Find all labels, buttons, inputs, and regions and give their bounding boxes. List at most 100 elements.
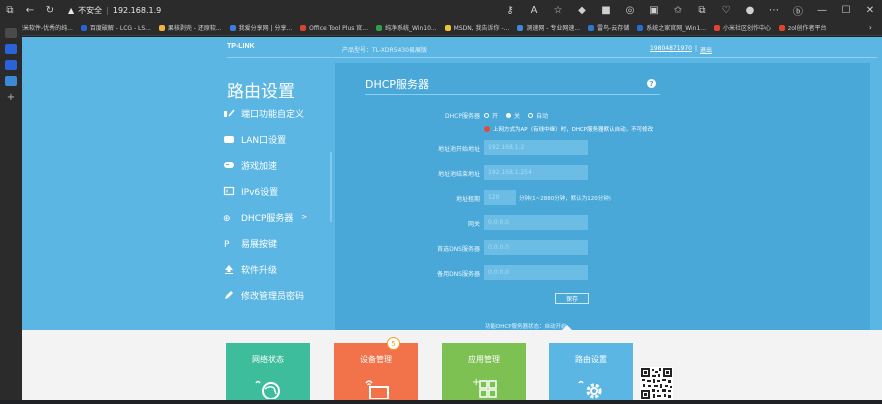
port-icon	[222, 108, 235, 118]
new-tab-icon[interactable]: +	[0, 92, 22, 103]
dns1-input[interactable]: 0.0.0.0	[484, 240, 588, 255]
header-divider	[227, 57, 877, 58]
maximize-icon[interactable]: ☐	[839, 3, 853, 17]
avatar[interactable]: ●	[743, 3, 757, 17]
favorite-star-icon[interactable]: ☆	[551, 3, 565, 17]
extension-icon[interactable]: ◆	[575, 3, 589, 17]
nav-tile-gear[interactable]: 路由设置	[549, 343, 633, 400]
dhcp-mode-radios: 开 关 自动	[484, 111, 548, 120]
more-icon[interactable]: ⋯	[767, 3, 781, 17]
address-bar[interactable]: ▲ 不安全 | 192.168.1.9	[68, 5, 161, 16]
bookmark-item[interactable]: 纯净系统_Win10...	[376, 23, 437, 32]
refresh-icon[interactable]: ↻	[43, 3, 57, 17]
sidebar-item-upgrade[interactable]: 软件升级	[218, 256, 333, 282]
help-icon[interactable]: ?	[647, 79, 656, 88]
close-icon[interactable]: ✕	[863, 3, 877, 17]
globe-icon	[254, 375, 282, 399]
dhcp-server-label: DHCP服务器	[445, 113, 480, 120]
favorites-icon[interactable]: ✩	[671, 3, 685, 17]
brand-logo: TP-LINK	[227, 43, 255, 50]
back-icon[interactable]: ←	[23, 3, 37, 17]
exit-link[interactable]: 退出	[700, 45, 712, 54]
toolbar-actions: ⚷ A ☆ ◆ ■ ◎ ▣ ✩ ⧉ ♡ ● ⋯ ⓑ — ☐ ✕	[498, 0, 882, 20]
qr-code	[640, 367, 673, 400]
bookmark-item[interactable]: 小米社区创作中心	[714, 23, 771, 32]
easymesh-icon: P	[222, 238, 235, 248]
menu-scrollbar[interactable]	[330, 152, 332, 222]
sidebar-title: 路由设置	[227, 82, 295, 102]
tab-icon[interactable]	[5, 44, 17, 54]
nav-tile-monitor[interactable]: 设备管理	[334, 343, 418, 400]
tab-icon[interactable]	[5, 76, 17, 86]
sidebar-item-dhcp[interactable]: ⊕ DHCP服务器 >	[218, 204, 333, 230]
alert-icon	[484, 126, 490, 132]
bookmark-item[interactable]: 果核剥壳 - 还原软...	[158, 23, 222, 32]
browser-toolbar: ⧉ ← ↻ ▲ 不安全 | 192.168.1.9 ⚷ A ☆ ◆ ■ ◎ ▣ …	[0, 0, 882, 20]
sidebar-item-easymesh[interactable]: P 易展按键	[218, 230, 333, 256]
start-address-input[interactable]: 192.168.1.2	[484, 140, 588, 155]
apps-icon: +	[470, 375, 498, 399]
bookmark-favicon-icon	[376, 24, 382, 31]
sidebar-item-lan[interactable]: LAN口设置	[218, 126, 333, 152]
nav-tile-label: 路由设置	[575, 355, 607, 364]
phone-link[interactable]: 19804871970	[650, 45, 692, 52]
nav-tile-apps[interactable]: 应用管理 +	[442, 343, 526, 400]
tabs-icon[interactable]: ⧉	[695, 3, 709, 17]
monitor-icon	[362, 375, 390, 399]
start-address-label: 地址池开始地址	[437, 146, 480, 153]
sidebar-item-label: 端口功能自定义	[241, 109, 305, 120]
bookmark-item[interactable]: 百度破解 - LCG - LS...	[80, 23, 151, 32]
dns2-input[interactable]: 0.0.0.0	[484, 265, 588, 280]
bookmark-favicon-icon	[714, 24, 721, 31]
sidebar-item-label: 软件升级	[241, 265, 278, 276]
sidebar-item-port[interactable]: 端口功能自定义	[218, 100, 333, 126]
panel-divider	[365, 94, 660, 95]
key-icon[interactable]: ⚷	[503, 3, 517, 17]
bookmarks-bar: 壹米软件-优秀的纯... 百度破解 - LCG - LS... 果核剥壳 - 还原软…	[0, 20, 882, 36]
sidebar-item-label: DHCP服务器	[241, 213, 294, 224]
dns2-label: 备用DNS服务器	[437, 271, 480, 278]
sidebar-item-pencil[interactable]: 修改管理员密码	[218, 282, 333, 308]
tab-icon[interactable]	[5, 28, 17, 38]
radio-on[interactable]: 开	[484, 111, 498, 120]
bing-icon[interactable]: ⓑ	[791, 3, 805, 18]
router-page: TP-LINK 产品型号：TL-XDR5430易展版 19804871970 |…	[22, 37, 882, 330]
gateway-label: 网关	[467, 221, 480, 228]
minimize-icon[interactable]: —	[815, 3, 829, 17]
shield-icon[interactable]: ♡	[719, 3, 733, 17]
device-count-badge: 5	[387, 337, 400, 350]
tab-actions-icon[interactable]: ⧉	[3, 3, 17, 17]
extension-icon[interactable]: ■	[599, 3, 613, 17]
extension-icon[interactable]: ◎	[623, 3, 637, 17]
save-button[interactable]: 保存	[555, 293, 589, 304]
bookmark-item[interactable]: Office Tool Plus 官...	[300, 23, 368, 32]
sidebar-item-ipv6[interactable]: IPv6设置	[218, 178, 333, 204]
nav-tile-globe[interactable]: 网络状态	[226, 343, 310, 400]
sidebar-item-label: LAN口设置	[241, 135, 287, 146]
radio-off[interactable]: 关	[506, 111, 520, 120]
lease-label: 地址租期	[455, 196, 480, 203]
sidebar-item-label: 易展按键	[241, 239, 278, 250]
gateway-input[interactable]: 0.0.0.0	[484, 215, 588, 230]
bookmark-item[interactable]: MSDN, 我告诉你 -...	[444, 23, 509, 32]
warning-icon: ▲	[68, 5, 75, 15]
lease-input[interactable]: 120	[484, 190, 516, 205]
sidebar-item-label: 修改管理员密码	[241, 291, 305, 302]
collections-icon[interactable]: ▣	[647, 3, 661, 17]
bookmark-item[interactable]: 测速网 - 专业网速...	[517, 23, 580, 32]
end-address-label: 地址池结束地址	[437, 171, 480, 178]
read-aloud-icon[interactable]: A	[527, 3, 541, 17]
bookmark-item[interactable]: 我爱分享网 | 分享...	[229, 23, 292, 32]
radio-auto[interactable]: 自动	[528, 111, 548, 120]
bookmark-item[interactable]: zol创作者平台	[779, 23, 827, 32]
url-text: 192.168.1.9	[112, 5, 162, 15]
end-address-input[interactable]: 192.168.1.254	[484, 165, 588, 180]
header-separator: |	[695, 45, 698, 52]
chevron-right-icon[interactable]: ›	[869, 23, 872, 32]
bookmark-item[interactable]: 系统之家官网_Win1...	[637, 23, 706, 32]
bookmark-item[interactable]: 雷鸟-云存储	[588, 23, 629, 32]
bookmark-favicon-icon	[229, 24, 236, 31]
sidebar-item-gamepad[interactable]: 游戏加速	[218, 152, 333, 178]
tab-icon[interactable]	[5, 60, 17, 70]
lan-icon	[222, 134, 235, 144]
